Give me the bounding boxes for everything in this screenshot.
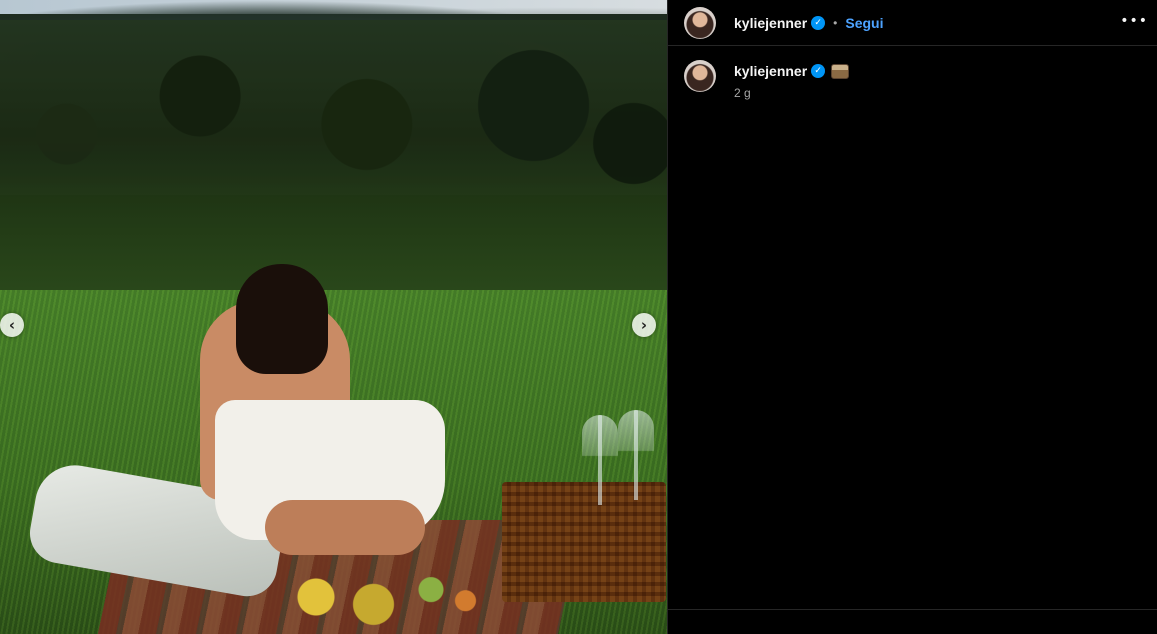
verified-badge-icon: ✓ — [811, 15, 826, 30]
caption-line: kyliejenner ✓ — [734, 60, 850, 82]
post-timestamp[interactable]: 2 g — [734, 86, 849, 100]
caption-body: kyliejenner ✓ 2 g — [734, 60, 850, 100]
verified-check: ✓ — [814, 17, 822, 28]
photo-wine-glass — [618, 410, 654, 500]
photo-field-shadow — [0, 195, 667, 305]
verified-badge-icon: ✓ — [811, 64, 826, 78]
next-slide-button[interactable]: › — [632, 313, 656, 337]
follow-button[interactable]: Segui — [845, 15, 883, 31]
photo-treeline — [0, 20, 667, 210]
picnic-basket-emoji-icon — [831, 63, 850, 79]
divider — [668, 609, 1157, 610]
verified-check: ✓ — [814, 66, 822, 76]
chevron-left-icon: ‹ — [8, 316, 16, 334]
username-link[interactable]: kyliejenner — [734, 15, 807, 31]
chevron-right-icon: › — [640, 316, 648, 334]
avatar[interactable] — [684, 6, 716, 39]
photo-fruit — [270, 560, 500, 634]
post-header: kyliejenner ✓ • Segui ••• — [668, 0, 1157, 46]
separator-dot: • — [833, 15, 838, 30]
caption: kyliejenner ✓ 2 g — [684, 60, 850, 100]
more-options-icon[interactable]: ••• — [1120, 13, 1148, 29]
previous-slide-button[interactable]: ‹ — [0, 313, 24, 337]
photo-person-hair — [236, 264, 328, 374]
post-sidebar: kyliejenner ✓ • Segui ••• kyliejenner ✓ … — [667, 0, 1157, 634]
photo-wine-glass — [582, 415, 618, 505]
photo-legs — [265, 500, 425, 555]
caption-avatar[interactable] — [684, 60, 716, 92]
caption-username-link[interactable]: kyliejenner — [734, 63, 807, 79]
post-photo[interactable]: ‹ › — [0, 0, 667, 634]
